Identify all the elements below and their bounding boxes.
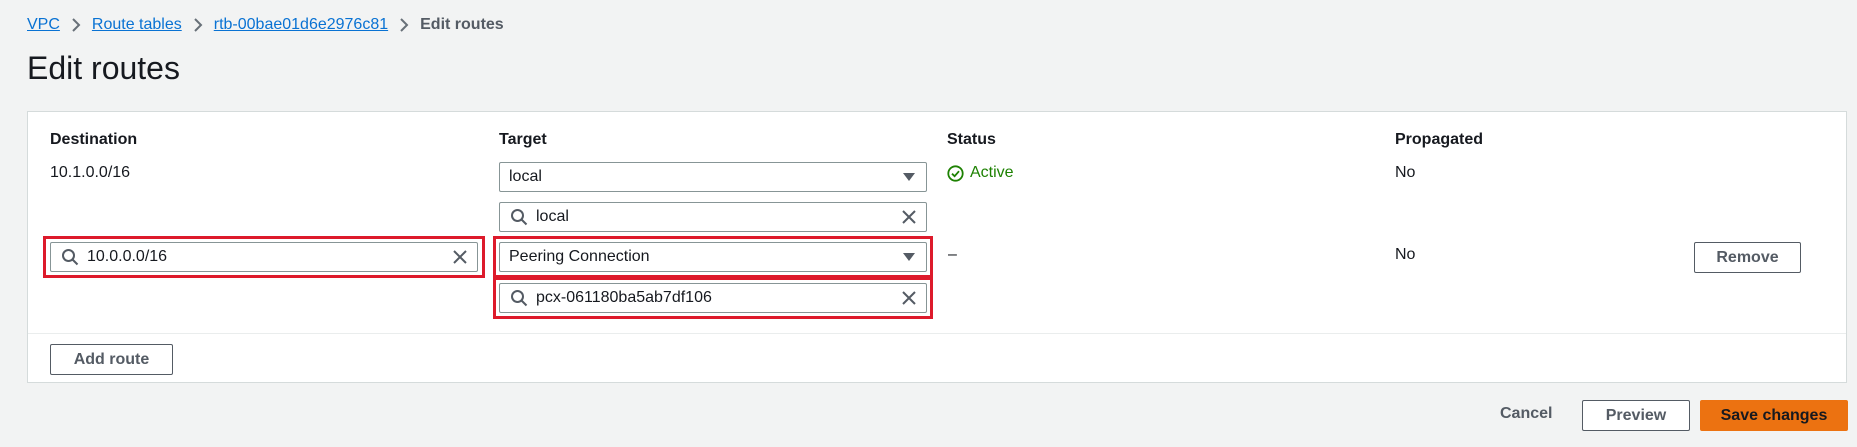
highlight-destination xyxy=(43,236,485,278)
row2-propagated: No xyxy=(1395,246,1416,263)
chevron-right-icon xyxy=(60,14,92,36)
page-title: Edit routes xyxy=(27,50,180,86)
caret-down-icon xyxy=(903,173,915,181)
add-route-button[interactable]: Add route xyxy=(50,344,173,375)
save-changes-button[interactable]: Save changes xyxy=(1700,400,1848,431)
highlight-target-search xyxy=(493,277,933,319)
row1-propagated: No xyxy=(1395,164,1416,181)
clear-icon[interactable] xyxy=(901,209,917,225)
highlight-target-select xyxy=(493,236,933,278)
row1-target-select-value: local xyxy=(509,168,542,185)
row1-target-search[interactable]: local xyxy=(499,202,927,232)
row1-status-label: Active xyxy=(970,164,1014,181)
breadcrumb-route-tables[interactable]: Route tables xyxy=(92,16,182,34)
breadcrumb: VPC Route tables rtb-00bae01d6e2976c81 E… xyxy=(27,14,504,36)
breadcrumb-vpc[interactable]: VPC xyxy=(27,16,60,34)
check-circle-icon xyxy=(947,164,964,182)
chevron-right-icon xyxy=(388,14,420,36)
header-destination: Destination xyxy=(50,131,138,148)
chevron-right-icon xyxy=(182,14,214,36)
row2-status: – xyxy=(948,246,957,263)
row1-status: Active xyxy=(947,164,1014,182)
remove-button[interactable]: Remove xyxy=(1694,242,1801,273)
panel-divider xyxy=(28,333,1846,334)
header-propagated: Propagated xyxy=(1395,131,1484,148)
routes-panel: Destination Target Status Propagated 10.… xyxy=(27,111,1847,383)
header-target: Target xyxy=(499,131,547,148)
breadcrumb-route-table-id[interactable]: rtb-00bae01d6e2976c81 xyxy=(214,16,388,34)
row1-destination: 10.1.0.0/16 xyxy=(50,164,131,181)
preview-button[interactable]: Preview xyxy=(1582,400,1690,431)
search-icon xyxy=(511,209,528,226)
row1-target-select[interactable]: local xyxy=(499,162,927,192)
cancel-button[interactable]: Cancel xyxy=(1500,405,1552,423)
breadcrumb-current: Edit routes xyxy=(420,16,504,33)
row1-target-search-value: local xyxy=(536,208,569,225)
header-status: Status xyxy=(947,131,996,148)
